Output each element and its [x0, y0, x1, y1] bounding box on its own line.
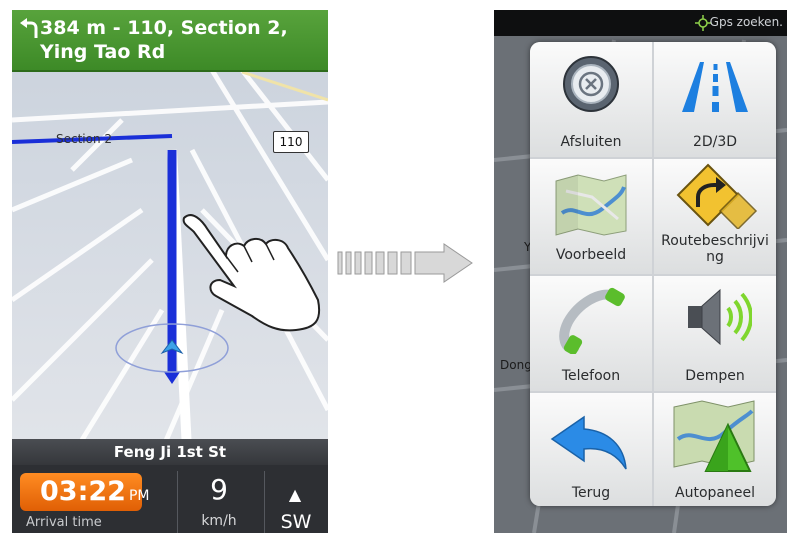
- menu-item-terug[interactable]: Terug: [530, 393, 652, 506]
- gps-icon: [695, 15, 711, 31]
- menu-item-label: Routebeschrijvi ng: [661, 233, 769, 265]
- map-background-label: Dong: [500, 358, 532, 372]
- menu-item-label: Afsluiten: [560, 134, 622, 150]
- perspective-road-icon: [682, 62, 748, 112]
- turn-sign-icon: [676, 163, 758, 229]
- menu-item-label: Voorbeeld: [555, 247, 627, 263]
- menu-item-2d-3d[interactable]: 2D/3D: [654, 42, 776, 157]
- compass-heading: SW: [280, 511, 312, 533]
- menu-item-label: Terug: [571, 485, 611, 501]
- close-circle-icon: [563, 56, 619, 112]
- car-panel-icon: [673, 400, 755, 472]
- arrival-time-label: Arrival time: [26, 515, 102, 530]
- menu-item-routebeschrijving[interactable]: Routebeschrijvi ng: [654, 159, 776, 274]
- current-street-name: Feng Ji 1st St: [12, 439, 328, 465]
- route-shield: 110: [273, 131, 309, 153]
- arrival-time-badge: 03:22 PM: [20, 473, 149, 511]
- speed-unit: km/h: [201, 513, 237, 529]
- arrival-time-panel[interactable]: 03:22 PM Arrival time: [16, 467, 172, 533]
- heading-arrow-icon: ▲: [288, 485, 302, 504]
- map-street-label: Section 2: [56, 132, 113, 146]
- phone-handset-icon: [559, 287, 625, 354]
- map-preview-icon: [555, 174, 627, 236]
- gps-status-text: Gps zoeken.: [709, 15, 783, 29]
- arrival-time-value: 03:22: [40, 476, 126, 507]
- menu-item-telefoon[interactable]: Telefoon: [530, 276, 652, 391]
- speaker-icon: [688, 288, 752, 346]
- back-arrow-icon: [550, 415, 627, 470]
- navigation-menu: Afsluiten 2D/3D Voorbeeld Routebeschrijv…: [530, 42, 776, 506]
- menu-item-voorbeeld[interactable]: Voorbeeld: [530, 159, 652, 274]
- navigation-info-bar: Feng Ji 1st St 03:22 PM Arrival time 9 km…: [12, 439, 328, 533]
- menu-item-label: Dempen: [685, 368, 745, 384]
- menu-item-dempen[interactable]: Dempen: [654, 276, 776, 391]
- turn-instruction-banner[interactable]: 384 m - 110, Section 2, Ying Tao Rd: [12, 10, 328, 72]
- turn-instruction-text: 384 m - 110, Section 2, Ying Tao Rd: [40, 17, 288, 63]
- navigation-screen: Section 2 110 384 m - 110, Section 2, Yi…: [12, 10, 328, 533]
- menu-item-label: Autopaneel: [675, 485, 755, 501]
- menu-item-afsluiten[interactable]: Afsluiten: [530, 42, 652, 157]
- status-bar: Gps zoeken.: [494, 10, 787, 36]
- arrival-time-period: PM: [128, 488, 150, 504]
- info-divider: [177, 471, 178, 533]
- transition-arrow-icon: [337, 243, 473, 283]
- info-divider: [264, 471, 265, 533]
- turn-left-icon: [20, 18, 38, 38]
- menu-item-label: 2D/3D: [692, 134, 738, 150]
- speed-value: 9: [210, 473, 228, 506]
- menu-screen: Gps zoeken. Y Dong Afsluiten 2D/3D Voorb…: [494, 10, 787, 533]
- menu-item-label: Telefoon: [561, 368, 621, 384]
- menu-item-autopaneel[interactable]: Autopaneel: [654, 393, 776, 506]
